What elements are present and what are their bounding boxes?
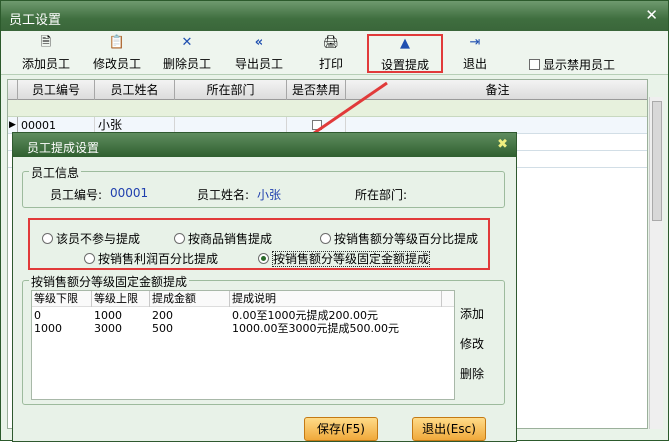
clipboard-icon: 📋 <box>108 35 126 50</box>
emp-name-value: 小张 <box>257 188 282 202</box>
radio-button[interactable] <box>42 233 53 244</box>
emp-no-value: 00001 <box>110 186 149 200</box>
tier-lower: 0 <box>34 309 41 322</box>
col-commission-amount[interactable]: 提成金额 <box>150 291 230 307</box>
delete-tier-button[interactable]: 删除 <box>460 365 484 382</box>
radio-button[interactable] <box>320 233 331 244</box>
list-item[interactable]: 1000 3000 500 1000.00至3000元提成500.00元 <box>32 322 454 335</box>
tier-amount: 200 <box>152 309 173 322</box>
exit-door-icon: ⇥ <box>469 35 481 50</box>
radio-by-product-sales[interactable]: 按商品销售提成 <box>174 230 272 247</box>
tier-upper: 3000 <box>94 322 122 335</box>
dialog-close-icon[interactable]: ✖ <box>497 137 508 152</box>
commission-tier-table: 等级下限 等级上限 提成金额 提成说明 0 1000 200 0.00至1000… <box>31 290 455 400</box>
radio-no-commission[interactable]: 该员不参与提成 <box>42 230 140 247</box>
vertical-scrollbar[interactable] <box>649 97 663 429</box>
edit-tier-button[interactable]: 修改 <box>460 335 484 352</box>
radio-button[interactable] <box>174 233 185 244</box>
list-item[interactable]: 0 1000 200 0.00至1000元提成200.00元 <box>32 309 454 322</box>
tier-lower: 1000 <box>34 322 62 335</box>
department-label: 所在部门: <box>355 188 408 202</box>
col-emp-name[interactable]: 员工姓名 <box>95 80 175 100</box>
radio-sales-tier-percent[interactable]: 按销售额分等级百分比提成 <box>320 230 478 247</box>
grid-header: 员工编号 员工姓名 所在部门 是否禁用 备注 <box>8 80 647 100</box>
delete-employee-button[interactable]: ✕ 删除员工 <box>160 35 214 71</box>
col-tier-upper[interactable]: 等级上限 <box>92 291 150 307</box>
dialog-title: 员工提成设置 <box>27 141 100 155</box>
col-emp-no[interactable]: 员工编号 <box>18 80 95 100</box>
emp-no-label: 员工编号: <box>50 188 103 202</box>
exit-button[interactable]: ⇥ 退出 <box>460 35 490 71</box>
show-disabled-checkbox[interactable]: 显示禁用员工 <box>529 56 615 73</box>
radio-button-selected[interactable] <box>258 253 269 264</box>
title-bar: 员工设置 ✕ <box>1 1 668 31</box>
window-title: 员工设置 <box>9 13 62 28</box>
tier-upper: 1000 <box>94 309 122 322</box>
set-commission-button[interactable]: ▲ 设置提成 <box>367 34 443 73</box>
checkbox-box[interactable] <box>529 59 540 70</box>
tier-desc: 1000.00至3000元提成500.00元 <box>232 322 399 335</box>
col-note[interactable]: 备注 <box>346 80 649 100</box>
radio-button[interactable] <box>84 253 95 264</box>
radio-profit-percent[interactable]: 按销售利润百分比提成 <box>84 250 218 267</box>
col-disabled[interactable]: 是否禁用 <box>287 80 346 100</box>
col-commission-desc[interactable]: 提成说明 <box>230 291 442 307</box>
add-tier-button[interactable]: 添加 <box>460 305 484 322</box>
employee-info-label: 员工信息 <box>29 164 82 181</box>
emp-name-label: 员工姓名: <box>197 188 250 202</box>
commission-settings-dialog: 员工提成设置 ✖ 员工信息 员工编号: 00001 员工姓名: 小张 所在部门:… <box>12 132 517 442</box>
dialog-title-bar: 员工提成设置 ✖ <box>13 133 516 157</box>
col-tier-lower[interactable]: 等级下限 <box>32 291 92 307</box>
tier-table-group-label: 按销售额分等级固定金额提成 <box>29 273 190 290</box>
export-employee-button[interactable]: « 导出员工 <box>232 35 286 71</box>
scrollbar-thumb[interactable] <box>652 101 662 221</box>
col-department[interactable]: 所在部门 <box>175 80 287 100</box>
new-document-icon: 🗎 <box>40 35 52 50</box>
row-indicator-header <box>8 80 18 100</box>
edit-employee-button[interactable]: 📋 修改员工 <box>90 35 144 71</box>
printer-icon: 🖨 <box>322 35 340 50</box>
radio-sales-tier-fixed[interactable]: 按销售额分等级固定金额提成 <box>258 250 431 267</box>
tier-table-header: 等级下限 等级上限 提成金额 提成说明 <box>32 291 454 307</box>
double-chevron-left-icon: « <box>254 35 264 50</box>
cancel-button[interactable]: 退出(Esc) <box>412 417 486 441</box>
save-button[interactable]: 保存(F5) <box>304 417 378 441</box>
delete-x-icon: ✕ <box>181 35 193 50</box>
print-button[interactable]: 🖨 打印 <box>315 35 347 71</box>
employee-info-group: 员工信息 员工编号: 00001 员工姓名: 小张 所在部门: <box>22 164 505 208</box>
disabled-checkbox[interactable] <box>312 120 322 130</box>
employee-settings-window: 员工设置 ✕ 🗎 添加员工 📋 修改员工 ✕ 删除员工 « 导出员工 🖨 打印 … <box>0 0 669 442</box>
triangle-up-icon: ▲ <box>400 36 410 51</box>
filter-row[interactable] <box>8 100 647 117</box>
close-icon[interactable]: ✕ <box>645 6 658 24</box>
tier-desc: 0.00至1000元提成200.00元 <box>232 309 378 322</box>
tier-amount: 500 <box>152 322 173 335</box>
add-employee-button[interactable]: 🗎 添加员工 <box>19 35 73 71</box>
